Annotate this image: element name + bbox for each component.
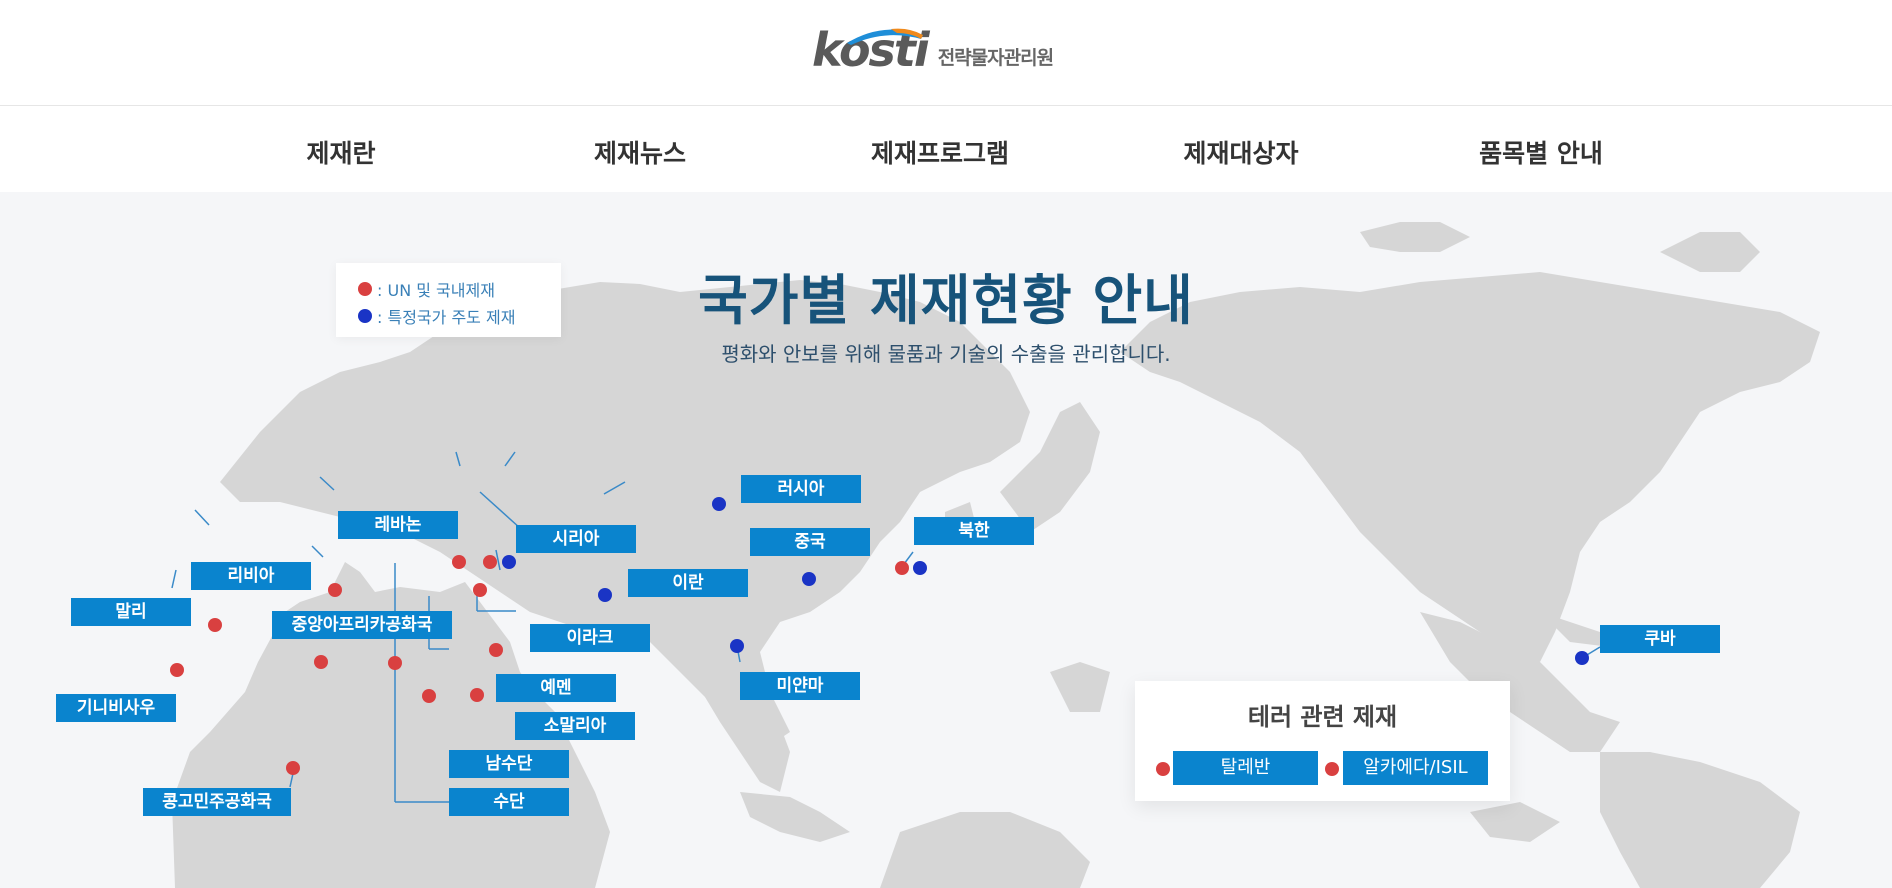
page-subtitle: 평화와 안보를 위해 물품과 기술의 수출을 관리합니다. bbox=[721, 342, 1171, 366]
marker-syria-un[interactable] bbox=[483, 555, 497, 569]
nav-item-sanctions[interactable]: 제재란 bbox=[306, 134, 375, 170]
label-sudan[interactable]: 수단 bbox=[449, 788, 569, 816]
label-north-korea[interactable]: 북한 bbox=[914, 517, 1034, 545]
marker-myanmar[interactable] bbox=[730, 639, 744, 653]
marker-yemen[interactable] bbox=[489, 643, 503, 657]
marker-mali[interactable] bbox=[208, 618, 222, 632]
terror-title: 테러 관련 제재 bbox=[1247, 703, 1398, 731]
main-nav: 제재란 제재뉴스 제재프로그램 제재대상자 품목별 안내 bbox=[0, 105, 1892, 193]
marker-russia[interactable] bbox=[712, 497, 726, 511]
marker-iran[interactable] bbox=[598, 588, 612, 602]
logo-swoosh-icon bbox=[847, 28, 923, 45]
marker-north-korea-un[interactable] bbox=[895, 561, 909, 575]
sanctions-map-section: 국가별 제재현황 안내 평화와 안보를 위해 물품과 기술의 수출을 관리합니다… bbox=[0, 192, 1892, 888]
legend-bilateral-label: : 특정국가 주도 제재 bbox=[377, 308, 516, 327]
marker-somalia[interactable] bbox=[470, 688, 484, 702]
nav-item-programs[interactable]: 제재프로그램 bbox=[871, 134, 1009, 170]
label-russia[interactable]: 러시아 bbox=[741, 475, 861, 503]
alqaeda-isil-button[interactable]: 알카에다/ISIL bbox=[1343, 751, 1488, 785]
label-south-sudan[interactable]: 남수단 bbox=[449, 750, 569, 778]
label-drc[interactable]: 콩고민주공화국 bbox=[143, 788, 291, 816]
red-dot-icon bbox=[358, 282, 372, 296]
label-iran[interactable]: 이란 bbox=[628, 569, 748, 597]
marker-china[interactable] bbox=[802, 572, 816, 586]
legend-bilateral: : 특정국가 주도 제재 bbox=[358, 304, 515, 328]
marker-guinea-bissau[interactable] bbox=[170, 663, 184, 677]
taliban-button[interactable]: 탈레반 bbox=[1173, 751, 1318, 785]
marker-iraq[interactable] bbox=[473, 583, 487, 597]
label-syria[interactable]: 시리아 bbox=[516, 525, 636, 553]
nav-item-news[interactable]: 제재뉴스 bbox=[594, 134, 686, 170]
nav-item-targets[interactable]: 제재대상자 bbox=[1183, 134, 1298, 170]
terror-sanctions-panel: 테러 관련 제재 탈레반 알카에다/ISIL bbox=[1135, 681, 1510, 801]
map-legend: : UN 및 국내제재 : 특정국가 주도 제재 bbox=[336, 263, 561, 337]
label-somalia[interactable]: 소말리아 bbox=[515, 712, 635, 740]
label-china[interactable]: 중국 bbox=[750, 528, 870, 556]
marker-cuba[interactable] bbox=[1575, 651, 1589, 665]
marker-north-korea-bilateral[interactable] bbox=[913, 561, 927, 575]
label-libya[interactable]: 리비아 bbox=[191, 562, 311, 590]
page-title: 국가별 제재현황 안내 bbox=[698, 269, 1194, 333]
marker-libya[interactable] bbox=[328, 583, 342, 597]
legend-un: : UN 및 국내제재 bbox=[358, 277, 495, 301]
red-dot-icon bbox=[1156, 762, 1170, 776]
label-lebanon[interactable]: 레바논 bbox=[338, 511, 458, 539]
legend-un-label: : UN 및 국내제재 bbox=[377, 281, 495, 300]
label-mali[interactable]: 말리 bbox=[71, 598, 191, 626]
marker-drc[interactable] bbox=[286, 761, 300, 775]
label-guinea-bissau[interactable]: 기니비사우 bbox=[56, 694, 176, 722]
label-yemen[interactable]: 예멘 bbox=[496, 674, 616, 702]
marker-lebanon[interactable] bbox=[452, 555, 466, 569]
nav-item-items-guide[interactable]: 품목별 안내 bbox=[1479, 134, 1603, 170]
marker-south-sudan[interactable] bbox=[422, 689, 436, 703]
label-myanmar[interactable]: 미얀마 bbox=[740, 672, 860, 700]
site-header: kosti 전략물자관리원 bbox=[0, 0, 1892, 105]
red-dot-icon bbox=[1325, 762, 1339, 776]
label-cuba[interactable]: 쿠바 bbox=[1600, 625, 1720, 653]
marker-syria-bilateral[interactable] bbox=[502, 555, 516, 569]
logo-org-name: 전략물자관리원 bbox=[937, 46, 1054, 69]
label-central-african-republic[interactable]: 중앙아프리카공화국 bbox=[272, 611, 452, 639]
marker-sudan[interactable] bbox=[388, 656, 402, 670]
blue-dot-icon bbox=[358, 309, 372, 323]
label-iraq[interactable]: 이라크 bbox=[530, 624, 650, 652]
marker-car[interactable] bbox=[314, 655, 328, 669]
